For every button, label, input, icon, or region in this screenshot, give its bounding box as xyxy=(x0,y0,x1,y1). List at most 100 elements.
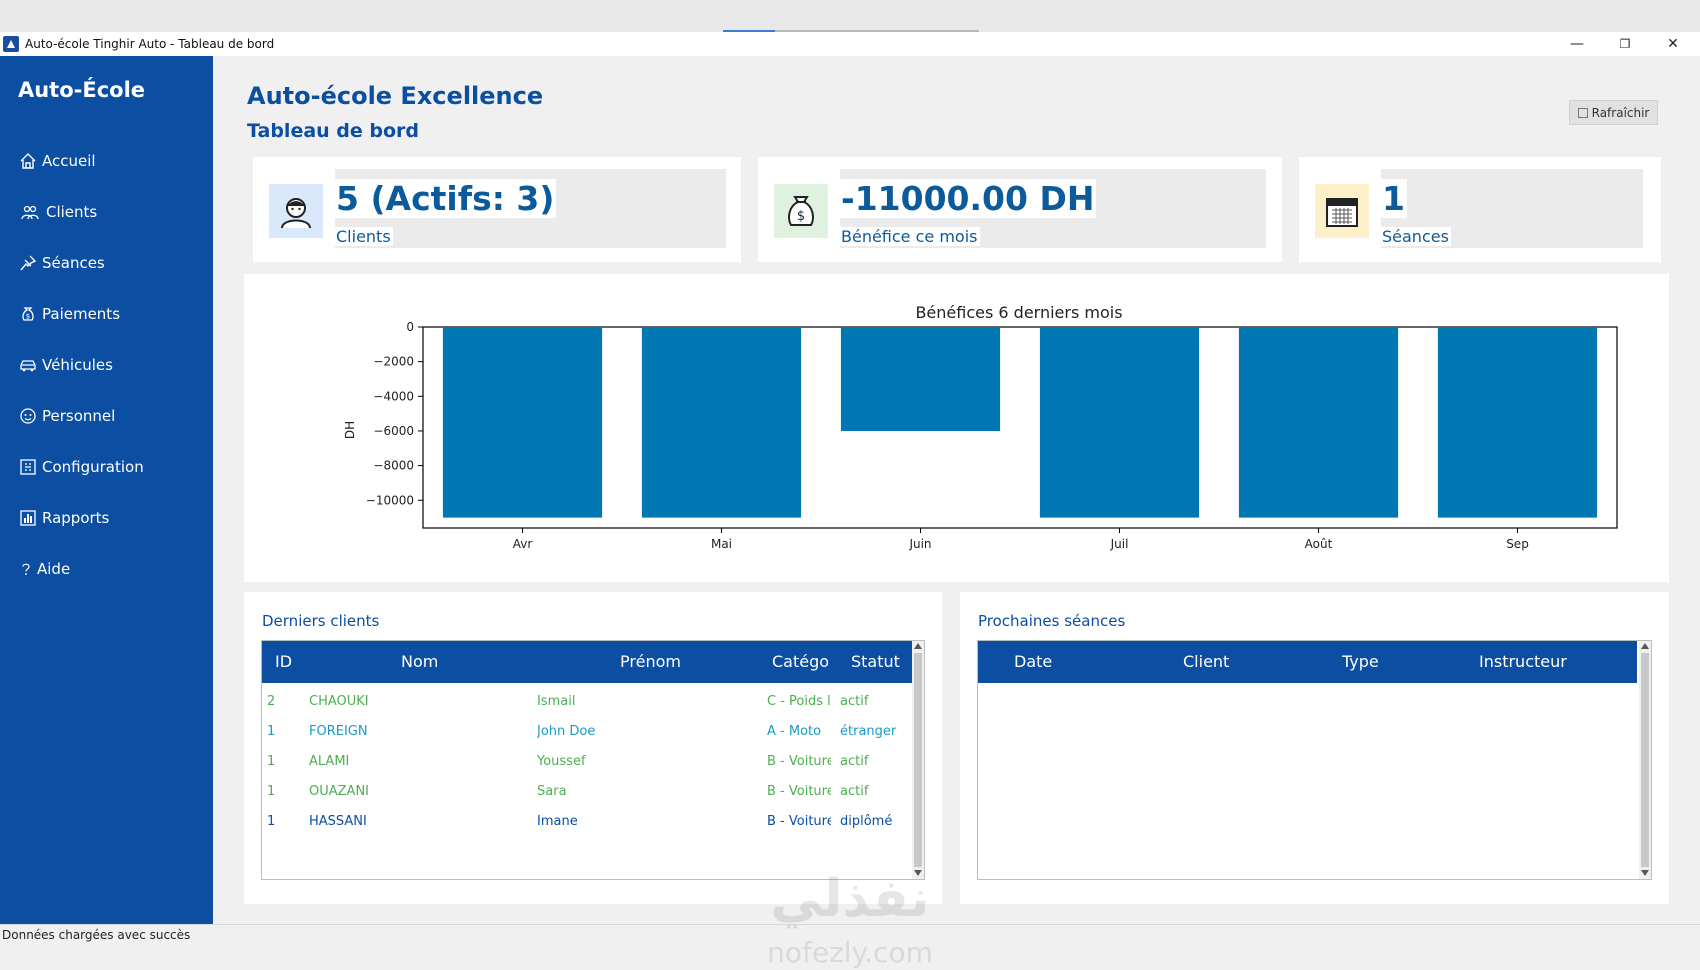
col-header-instructeur[interactable]: Instructeur xyxy=(1479,652,1567,671)
col-header-categorie[interactable]: Catégo xyxy=(772,652,829,671)
profit-chart: Bénéfices 6 derniers mois DH 0 −2000 −4000… xyxy=(343,303,1618,551)
window-title: Auto-école Tinghir Auto - Tableau de bor… xyxy=(25,37,275,51)
page-subtitle: Tableau de bord xyxy=(247,120,420,142)
scroll-down-icon[interactable] xyxy=(914,870,922,876)
cell-statut: diplômé xyxy=(840,814,893,829)
chart-bar xyxy=(840,327,1001,431)
status-text: Données chargées avec succès xyxy=(2,928,191,942)
cell-categorie: B - Voiture xyxy=(767,754,831,769)
money-bag-icon: $ xyxy=(774,184,828,238)
config-icon xyxy=(20,459,36,475)
sessions-table[interactable]: Date Client Type Instructeur xyxy=(977,640,1652,880)
table-row[interactable]: 1 ALAMI Youssef B - Voiture actif xyxy=(262,748,912,776)
col-header-statut[interactable]: Statut xyxy=(851,652,900,671)
scroll-thumb[interactable] xyxy=(914,653,922,867)
sidebar-item-paiements[interactable]: $ Paiements xyxy=(19,298,120,330)
chart-y-axis: 0 −2000 −4000 −6000 −8000 −10000 xyxy=(366,320,423,507)
chart-bars xyxy=(442,327,1598,518)
sessions-panel-title: Prochaines séances xyxy=(978,612,1126,630)
cell-statut: actif xyxy=(840,784,869,799)
cell-statut: étranger xyxy=(840,724,897,739)
col-header-type[interactable]: Type xyxy=(1342,652,1379,671)
maximize-button[interactable]: ❐ xyxy=(1602,32,1648,56)
table-row[interactable]: 1 OUAZANI Sara B - Voiture actif xyxy=(262,778,912,806)
scroll-thumb[interactable] xyxy=(1641,653,1649,867)
card-seances: 1 Séances xyxy=(1299,157,1661,262)
staff-icon xyxy=(20,408,36,424)
sidebar-item-rapports[interactable]: Rapports xyxy=(19,502,109,534)
sidebar-item-configuration[interactable]: Configuration xyxy=(19,451,144,483)
svg-text:$: $ xyxy=(26,313,30,321)
chart-ytick-label: −4000 xyxy=(373,389,414,403)
page-title: Auto-école Excellence xyxy=(247,82,544,110)
sidebar-item-seances[interactable]: Séances xyxy=(19,247,105,279)
scroll-down-icon[interactable] xyxy=(1641,870,1649,876)
cell-prenom: Imane xyxy=(537,814,578,829)
cell-statut: actif xyxy=(840,694,869,709)
cell-nom: OUAZANI xyxy=(309,784,369,799)
cell-id: 1 xyxy=(267,724,276,739)
chart-ytick-label: −10000 xyxy=(366,493,414,507)
sidebar-item-label: Rapports xyxy=(42,509,110,527)
chart-xtick-label: Août xyxy=(1305,537,1333,551)
sidebar-item-personnel[interactable]: Personnel xyxy=(19,400,115,432)
sidebar-item-aide[interactable]: Aide xyxy=(19,553,70,585)
chart-ytick-label: −8000 xyxy=(373,459,414,473)
user-avatar-icon xyxy=(269,184,323,238)
chart-xtick-label: Juin xyxy=(908,537,931,551)
scroll-up-icon[interactable] xyxy=(1641,643,1649,649)
cell-categorie: B - Voiture xyxy=(767,784,831,799)
card-value: -11000.00 DH xyxy=(839,179,1097,218)
cell-nom: CHAOUKI xyxy=(309,694,369,709)
chart-bar xyxy=(1238,327,1399,518)
card-label: Bénéfice ce mois xyxy=(839,227,980,246)
scroll-up-icon[interactable] xyxy=(914,643,922,649)
sidebar-item-label: Véhicules xyxy=(42,356,113,374)
sidebar-item-clients[interactable]: Clients xyxy=(19,196,97,228)
chart-bar xyxy=(1437,327,1598,518)
car-icon xyxy=(20,360,36,372)
sidebar-item-label: Aide xyxy=(37,560,71,578)
table-row[interactable]: 1 HASSANI Imane B - Voiture diplômé xyxy=(262,808,912,836)
col-header-id[interactable]: ID xyxy=(275,652,292,671)
cell-id: 1 xyxy=(267,754,276,769)
money-icon: $ xyxy=(22,307,34,321)
chart-ytick-label: −6000 xyxy=(373,424,414,438)
refresh-button[interactable]: Rafraîchir xyxy=(1569,100,1658,125)
chart-xtick-label: Sep xyxy=(1506,537,1529,551)
chart-ylabel: DH xyxy=(343,421,357,439)
sidebar-item-accueil[interactable]: Accueil xyxy=(19,145,96,177)
chart-panel: Bénéfices 6 derniers mois DH 0 −2000 −4000… xyxy=(244,274,1669,582)
col-header-date[interactable]: Date xyxy=(1014,652,1052,671)
sessions-table-header: Date Client Type Instructeur xyxy=(978,641,1637,683)
col-header-client[interactable]: Client xyxy=(1183,652,1229,671)
cell-categorie: C - Poids l xyxy=(767,694,831,709)
card-clients: 5 (Actifs: 3) Clients xyxy=(253,157,741,262)
chart-xtick-label: Avr xyxy=(513,537,533,551)
sidebar-item-label: Configuration xyxy=(42,458,144,476)
sidebar-item-label: Séances xyxy=(42,254,105,272)
clients-table[interactable]: ID Nom Prénom Catégo Statut 2 CHAOUKI Isma… xyxy=(261,640,925,880)
minimize-button[interactable]: — xyxy=(1554,32,1600,56)
clients-panel: Derniers clients ID Nom Prénom Catégo St… xyxy=(244,592,942,904)
chart-xtick-label: Mai xyxy=(711,537,732,551)
clients-table-scrollbar[interactable] xyxy=(912,641,924,879)
sessions-table-scrollbar[interactable] xyxy=(1639,641,1651,879)
close-button[interactable]: ✕ xyxy=(1650,32,1696,56)
col-header-nom[interactable]: Nom xyxy=(401,652,438,671)
cell-prenom: Ismail xyxy=(537,694,576,709)
chart-ytick-label: −2000 xyxy=(373,355,414,369)
table-row[interactable]: 2 CHAOUKI Ismail C - Poids l actif xyxy=(262,688,912,716)
home-icon xyxy=(20,153,36,169)
sidebar-item-label: Personnel xyxy=(42,407,116,425)
sidebar-item-vehicules[interactable]: Véhicules xyxy=(19,349,113,381)
sidebar-item-label: Clients xyxy=(46,203,98,221)
svg-text:$: $ xyxy=(797,209,805,224)
app-icon xyxy=(3,36,19,52)
cell-nom: HASSANI xyxy=(309,814,367,829)
calendar-icon xyxy=(1315,184,1369,238)
chart-x-axis: Avr Mai Juin Juil Août Sep xyxy=(513,528,1529,551)
table-row[interactable]: 1 FOREIGN John Doe A - Moto étranger xyxy=(262,718,912,746)
col-header-prenom[interactable]: Prénom xyxy=(620,652,681,671)
refresh-label: Rafraîchir xyxy=(1591,105,1650,120)
